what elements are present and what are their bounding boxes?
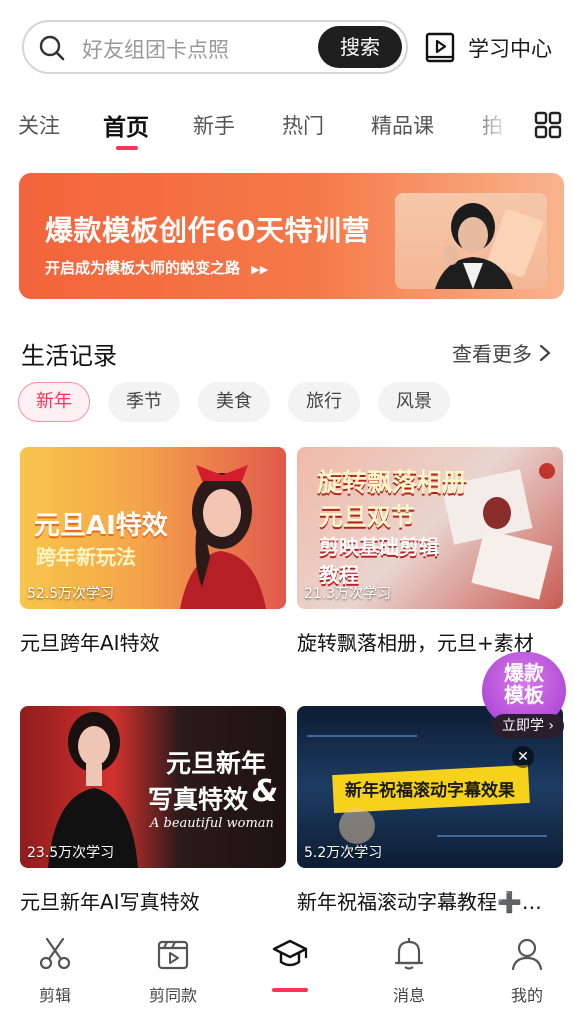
graduation-cap-icon — [272, 939, 308, 967]
course-thumbnail: 旋转飘落相册 元旦双节 剪映基础剪辑 教程 21.3万次学习 — [297, 447, 563, 609]
course-title: 元旦跨年AI特效 — [20, 631, 160, 655]
search-button[interactable]: 搜索 — [318, 26, 402, 68]
tab-home[interactable]: 首页 — [103, 108, 149, 142]
nav-label: 剪辑 — [38, 986, 71, 1005]
person-photo-illustration — [435, 203, 543, 289]
chevron-right-icon — [539, 344, 551, 361]
close-icon[interactable]: ✕ — [512, 746, 534, 768]
banner-photo — [395, 193, 547, 289]
banner-title: 爆款模板创作60天特训营 — [45, 214, 370, 247]
course-card[interactable]: 旋转飘落相册 元旦双节 剪映基础剪辑 教程 21.3万次学习 旋转飘落相册，元旦… — [297, 447, 563, 655]
thumb-ampersand: & — [252, 774, 279, 809]
nav-label: 我的 — [510, 986, 543, 1005]
view-count: 5.2万次学习 — [304, 845, 383, 861]
chip-scenery[interactable]: 风景 — [378, 382, 450, 422]
course-thumbnail: 元旦AI特效 跨年新玩法 52.5万次学习 — [20, 447, 286, 609]
nav-label: 消息 — [392, 986, 425, 1005]
course-card[interactable]: 元旦AI特效 跨年新玩法 52.5万次学习 元旦跨年AI特效 — [20, 447, 286, 655]
person-icon — [511, 938, 543, 971]
thumb-headline: 元旦新年 — [166, 749, 267, 778]
view-count: 23.5万次学习 — [27, 845, 115, 861]
course-title: 元旦新年AI写真特效 — [20, 890, 200, 914]
tab-follow[interactable]: 关注 — [18, 110, 60, 140]
banner-subtitle-text: 开启成为模板大师的蜕变之路 — [45, 259, 241, 277]
see-more-link[interactable]: 查看更多 — [452, 338, 552, 367]
thumb-subline: 剪映基础剪辑 — [319, 535, 439, 559]
active-tab-indicator — [116, 146, 138, 150]
bell-icon — [394, 938, 424, 970]
grid-menu-icon[interactable] — [534, 111, 562, 139]
thumb-subline: 元旦双节 — [319, 503, 415, 531]
thumb-headline: 元旦AI特效 — [34, 511, 168, 541]
tab-popular[interactable]: 热门 — [282, 110, 324, 140]
active-nav-indicator — [272, 988, 308, 992]
chip-food[interactable]: 美食 — [198, 382, 270, 422]
banner-arrows: ▶▶ — [251, 263, 269, 276]
course-card[interactable]: 元旦新年 写真特效 & A beautiful woman 23.5万次学习 元… — [20, 706, 286, 914]
learn-center-button[interactable]: 学习中心 — [424, 28, 552, 68]
search-bar[interactable]: 好友组团卡点照 搜索 — [22, 20, 408, 74]
clapper-play-icon — [157, 940, 189, 970]
search-icon — [39, 35, 65, 61]
nav-edit[interactable]: 剪辑 — [15, 936, 95, 1006]
search-input[interactable]: 好友组团卡点照 — [82, 34, 229, 64]
tab-premium-course[interactable]: 精品课 — [371, 110, 434, 140]
nav-label: 剪同款 — [148, 986, 197, 1005]
view-count: 52.5万次学习 — [27, 586, 115, 602]
nav-profile[interactable]: 我的 — [487, 936, 567, 1006]
thumb-headline: 旋转飘落相册 — [317, 468, 468, 497]
promo-banner[interactable]: 爆款模板创作60天特训营 开启成为模板大师的蜕变之路 ▶▶ — [19, 173, 564, 299]
video-book-icon — [425, 32, 455, 63]
nav-template[interactable]: 剪同款 — [133, 936, 213, 1006]
chip-travel[interactable]: 旅行 — [288, 382, 360, 422]
tab-beginner[interactable]: 新手 — [193, 110, 235, 140]
chip-season[interactable]: 季节 — [108, 382, 180, 422]
course-thumbnail: 元旦新年 写真特效 & A beautiful woman 23.5万次学习 — [20, 706, 286, 868]
learn-center-label: 学习中心 — [468, 37, 552, 61]
thumb-caption: A beautiful woman — [150, 816, 274, 831]
thumb-subline: 写真特效 — [148, 785, 249, 814]
thumb-subline: 跨年新玩法 — [36, 545, 136, 569]
tab-fade — [470, 106, 520, 158]
section-title: 生活记录 — [21, 342, 117, 370]
learn-now-button[interactable]: 立即学 › — [492, 714, 564, 738]
nav-learn[interactable] — [250, 936, 330, 982]
banner-subtitle: 开启成为模板大师的蜕变之路 ▶▶ — [45, 257, 268, 278]
thumb-headline: 新年祝福滚动字幕效果 — [345, 781, 515, 801]
bottom-nav: 剪辑 剪同款 消息 我的 — [0, 918, 574, 1010]
floating-promo[interactable]: 爆款模板 立即学 › — [482, 652, 568, 738]
promo-text: 爆款模板 — [504, 661, 544, 707]
scissors-icon — [39, 937, 71, 970]
view-count: 21.3万次学习 — [304, 586, 392, 602]
learning-home-page: 好友组团卡点照 搜索 学习中心 关注 首页 新手 热门 精品课 拍 爆款模板创作… — [0, 0, 574, 1010]
chip-new-year[interactable]: 新年 — [18, 382, 90, 422]
course-title: 新年祝福滚动字幕教程➕… — [297, 890, 542, 914]
nav-messages[interactable]: 消息 — [369, 936, 449, 1006]
see-more-label: 查看更多 — [452, 342, 532, 366]
category-tabs: 关注 首页 新手 热门 精品课 拍 — [0, 106, 520, 158]
